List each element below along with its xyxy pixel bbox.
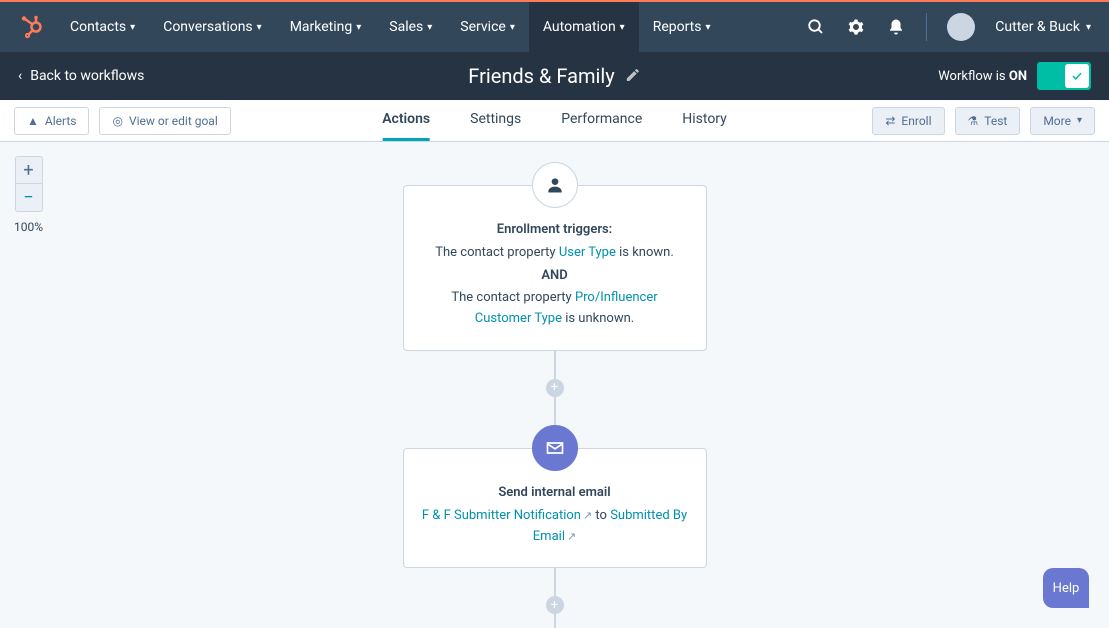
- chevron-down-icon: ▾: [620, 22, 625, 33]
- warning-icon: ▲: [27, 114, 39, 128]
- sub-nav: ‹ Back to workflows Friends & Family Wor…: [0, 52, 1109, 100]
- enroll-button[interactable]: ⇄Enroll: [872, 107, 944, 135]
- connector-line: [554, 614, 556, 628]
- zoom-in-button[interactable]: +: [15, 156, 43, 184]
- toggle-handle: [1065, 64, 1089, 88]
- back-link[interactable]: ‹ Back to workflows: [18, 68, 144, 84]
- flask-icon: ⚗: [968, 114, 979, 128]
- add-action-button[interactable]: +: [546, 596, 564, 614]
- trigger-condition-2: The contact property Pro/Influencer Cust…: [422, 288, 688, 330]
- external-link-icon: ↗: [583, 509, 592, 522]
- email-details: F & F Submitter Notification↗ to Submitt…: [422, 506, 688, 548]
- nav-reports[interactable]: Reports▾: [653, 2, 711, 52]
- top-nav: Contacts▾ Conversations▾ Marketing▾ Sale…: [0, 2, 1109, 52]
- chevron-down-icon: ▾: [706, 22, 711, 33]
- external-link-icon: ↗: [567, 530, 576, 543]
- search-icon[interactable]: [806, 17, 826, 37]
- goal-button[interactable]: ◎View or edit goal: [99, 107, 230, 135]
- tab-actions[interactable]: Actions: [382, 100, 430, 141]
- trigger-node-icon: [532, 162, 578, 208]
- chevron-down-icon: ▾: [130, 22, 135, 33]
- email-node-icon: [532, 425, 578, 471]
- workflow-title: Friends & Family: [468, 64, 640, 88]
- and-operator: AND: [422, 266, 688, 287]
- email-title: Send internal email: [422, 483, 688, 504]
- nav-sales[interactable]: Sales▾: [389, 2, 432, 52]
- tab-history[interactable]: History: [682, 100, 727, 141]
- nav-automation[interactable]: Automation▾: [529, 2, 639, 52]
- connector-line: [554, 568, 556, 596]
- help-button[interactable]: Help: [1043, 568, 1089, 608]
- tab-settings[interactable]: Settings: [470, 100, 521, 141]
- person-icon: [545, 175, 565, 195]
- chevron-down-icon: ▾: [1077, 115, 1082, 126]
- property-link[interactable]: User Type: [559, 245, 616, 260]
- connector-line: [554, 397, 556, 425]
- workflow-canvas: + − 100% Enrollment triggers: The contac…: [0, 142, 1109, 628]
- zoom-level: 100%: [14, 220, 43, 234]
- chevron-down-icon: ▾: [356, 22, 361, 33]
- enroll-icon: ⇄: [885, 114, 895, 128]
- chevron-down-icon: ▾: [510, 22, 515, 33]
- avatar[interactable]: [947, 13, 975, 41]
- email-template-link[interactable]: F & F Submitter Notification: [422, 508, 581, 523]
- tab-bar: ▲Alerts ◎View or edit goal Actions Setti…: [0, 100, 1109, 142]
- target-icon: ◎: [112, 114, 122, 128]
- tab-performance[interactable]: Performance: [561, 100, 642, 141]
- connector-line: [554, 351, 556, 379]
- zoom-out-button[interactable]: −: [15, 184, 43, 212]
- trigger-condition-1: The contact property User Type is known.: [422, 243, 688, 264]
- pencil-icon[interactable]: [625, 64, 641, 88]
- trigger-title: Enrollment triggers:: [422, 220, 688, 241]
- chevron-left-icon: ‹: [18, 68, 22, 84]
- more-button[interactable]: More▾: [1030, 107, 1095, 135]
- trigger-card[interactable]: Enrollment triggers: The contact propert…: [403, 185, 707, 351]
- nav-conversations[interactable]: Conversations▾: [163, 2, 262, 52]
- test-button[interactable]: ⚗Test: [955, 107, 1021, 135]
- workflow-toggle[interactable]: [1037, 62, 1091, 90]
- workflow-status-label: Workflow is ON: [938, 69, 1027, 84]
- gear-icon[interactable]: [846, 17, 866, 37]
- chevron-down-icon: ▾: [1086, 22, 1091, 33]
- envelope-icon: [545, 438, 565, 458]
- nav-marketing[interactable]: Marketing▾: [290, 2, 362, 52]
- nav-contacts[interactable]: Contacts▾: [70, 2, 135, 52]
- chevron-down-icon: ▾: [427, 22, 432, 33]
- hubspot-logo[interactable]: [18, 13, 46, 41]
- add-action-button[interactable]: +: [546, 379, 564, 397]
- alerts-button[interactable]: ▲Alerts: [14, 107, 89, 135]
- zoom-controls: + − 100%: [14, 156, 43, 234]
- nav-service[interactable]: Service▾: [460, 2, 515, 52]
- user-menu[interactable]: Cutter & Buck▾: [995, 19, 1091, 35]
- chevron-down-icon: ▾: [257, 22, 262, 33]
- bell-icon[interactable]: [886, 17, 906, 37]
